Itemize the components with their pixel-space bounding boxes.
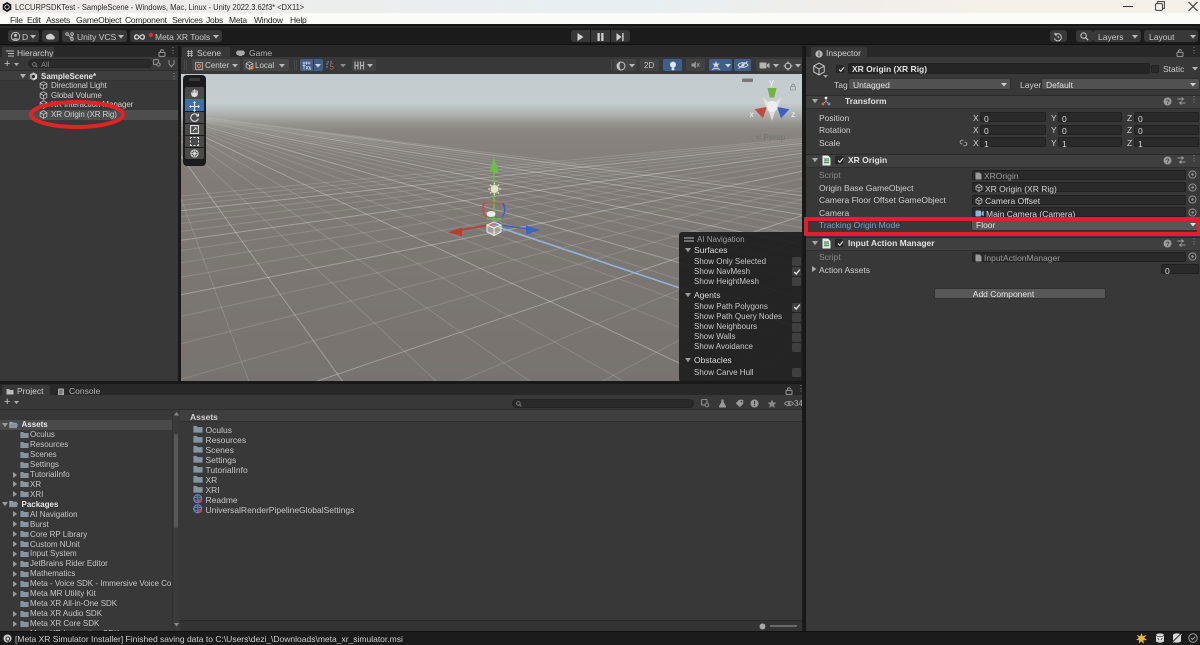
svg-text:xy: xy [306, 66, 311, 70]
svg-text:5: 5 [330, 63, 335, 71]
svg-text:< Persp: < Persp [756, 132, 786, 142]
svg-text:Q: Q [5, 636, 10, 643]
svg-text:?: ? [1166, 99, 1170, 106]
svg-text:?: ? [1166, 158, 1170, 165]
svg-text:?: ? [1166, 241, 1170, 248]
svg-text:z: z [791, 109, 795, 119]
